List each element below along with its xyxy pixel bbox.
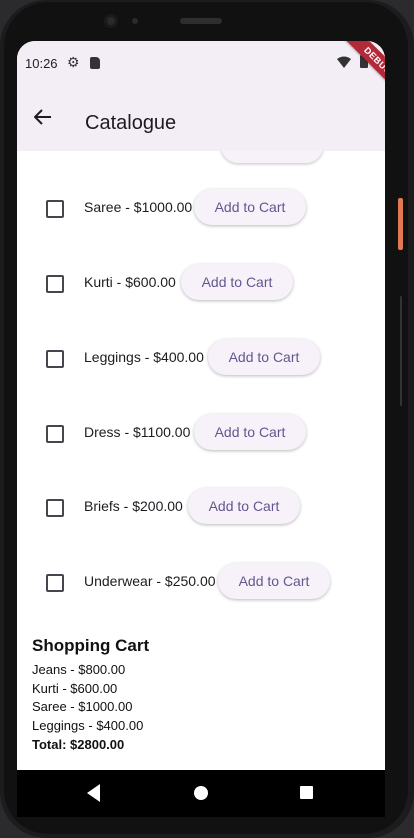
add-to-cart-button-partial[interactable] <box>221 151 323 163</box>
volume-rocker[interactable] <box>400 296 402 406</box>
nav-recents-icon[interactable] <box>300 786 313 799</box>
nav-back-icon[interactable] <box>87 784 101 802</box>
item-checkbox[interactable] <box>46 499 64 517</box>
nav-home-icon[interactable] <box>194 786 208 800</box>
list-item: Saree - $1000.00 Add to Cart <box>17 188 385 228</box>
add-to-cart-button[interactable]: Add to Cart <box>194 414 306 450</box>
list-item: Dress - $1100.00 Add to Cart <box>17 413 385 453</box>
cart-title: Shopping Cart <box>32 636 150 655</box>
item-label: Kurti - $600.00 <box>84 274 176 290</box>
app-screen: 10:26 ⚙ DEBUG Catalogue Saree - $1000.00… <box>17 41 385 817</box>
item-label: Underwear - $250.00 <box>84 573 216 589</box>
power-button[interactable] <box>398 198 403 250</box>
front-camera-icon <box>104 14 118 28</box>
shopping-cart: Shopping Cart Jeans - $800.00 Kurti - $6… <box>32 636 149 755</box>
add-to-cart-button[interactable]: Add to Cart <box>194 189 306 225</box>
item-label: Leggings - $400.00 <box>84 349 204 365</box>
item-checkbox[interactable] <box>46 200 64 218</box>
list-item: Kurti - $600.00 Add to Cart <box>17 263 385 303</box>
add-to-cart-button[interactable]: Add to Cart <box>218 563 330 599</box>
gear-icon: ⚙ <box>67 54 80 70</box>
cart-item: Saree - $1000.00 <box>32 699 133 715</box>
cart-item: Jeans - $800.00 <box>32 662 126 677</box>
list-item: Briefs - $200.00 Add to Cart <box>17 487 385 527</box>
item-checkbox[interactable] <box>46 350 64 368</box>
cart-total: Total: $2800.00 <box>32 736 125 752</box>
status-bar: 10:26 ⚙ DEBUG <box>17 41 385 106</box>
wifi-icon <box>337 56 351 68</box>
item-checkbox[interactable] <box>46 574 64 592</box>
cart-item: Kurti - $600.00 <box>32 680 118 696</box>
catalog-list[interactable]: Saree - $1000.00 Add to Cart Kurti - $60… <box>17 151 385 621</box>
system-nav-bar <box>17 770 385 817</box>
item-checkbox[interactable] <box>46 275 64 293</box>
sim-card-icon <box>90 57 100 69</box>
status-time: 10:26 <box>25 56 58 71</box>
item-label: Dress - $1100.00 <box>84 424 191 440</box>
add-to-cart-button[interactable]: Add to Cart <box>188 488 300 524</box>
item-checkbox[interactable] <box>46 425 64 443</box>
add-to-cart-button[interactable]: Add to Cart <box>208 339 320 375</box>
back-button[interactable] <box>29 103 57 131</box>
sensor-icon <box>132 18 138 24</box>
list-item: Underwear - $250.00 Add to Cart <box>17 562 385 602</box>
item-label: Saree - $1000.00 <box>84 199 193 215</box>
cart-item: Leggings - $400.00 <box>32 718 144 734</box>
add-to-cart-button[interactable]: Add to Cart <box>181 264 293 300</box>
arrow-left-icon <box>34 109 51 125</box>
page-title: Catalogue <box>85 112 177 134</box>
item-label: Briefs - $200.00 <box>84 498 183 514</box>
app-bar: Catalogue <box>17 87 385 151</box>
earpiece-speaker <box>180 18 222 24</box>
list-item: Leggings - $400.00 Add to Cart <box>17 338 385 378</box>
